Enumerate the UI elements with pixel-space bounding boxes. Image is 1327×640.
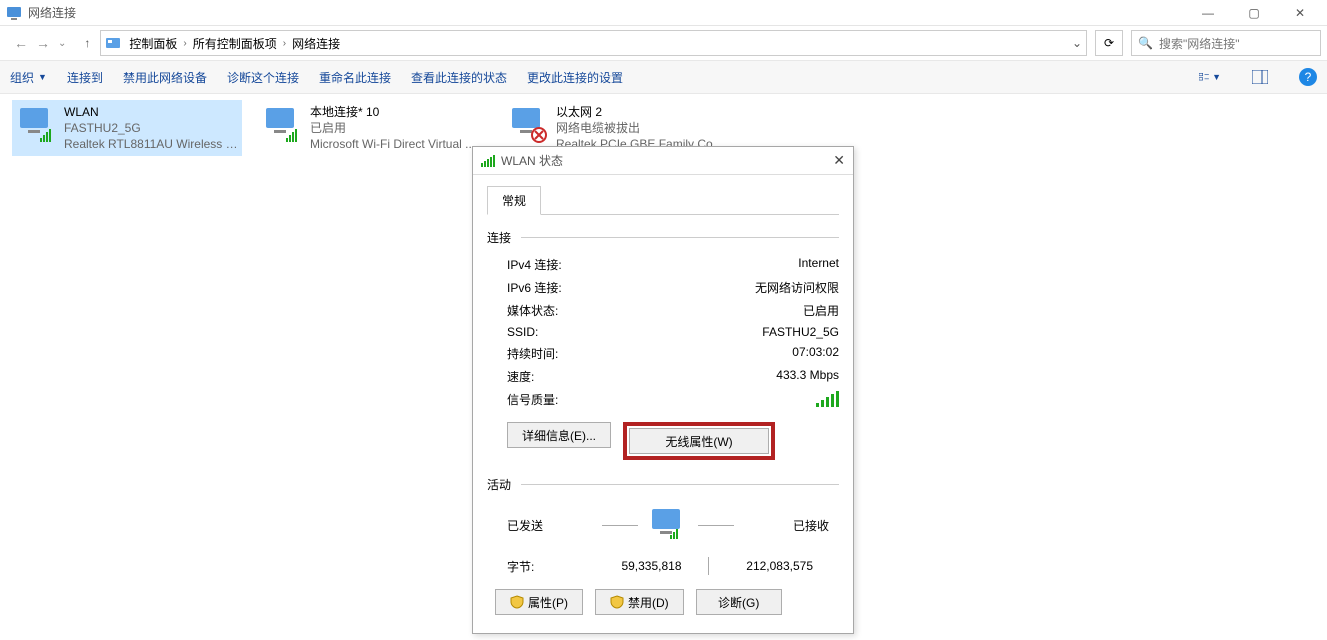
- refresh-button[interactable]: ⟳: [1095, 30, 1123, 56]
- diagnose-button[interactable]: 诊断(G): [696, 589, 782, 615]
- organize-menu[interactable]: 组织▼: [10, 69, 47, 86]
- window-title: 网络连接: [28, 4, 76, 21]
- back-button[interactable]: ←: [14, 35, 28, 51]
- divider: [708, 557, 709, 575]
- crumb-1[interactable]: 所有控制面板项: [191, 35, 279, 52]
- cmd-connect[interactable]: 连接到: [67, 69, 103, 86]
- bytes-label: 字节:: [507, 558, 587, 575]
- shield-icon: [510, 595, 524, 609]
- up-button[interactable]: ↑: [78, 36, 96, 50]
- search-placeholder: 搜索"网络连接": [1159, 35, 1240, 52]
- divider: [602, 525, 638, 526]
- connection-name: 本地连接* 10: [310, 104, 475, 120]
- command-bar: 组织▼ 连接到 禁用此网络设备 诊断这个连接 重命名此连接 查看此连接的状态 更…: [0, 60, 1327, 94]
- connection-status: 网络电缆被拔出: [556, 120, 730, 136]
- dialog-title: WLAN 状态: [501, 152, 563, 169]
- recent-dropdown[interactable]: ⌄: [58, 38, 66, 49]
- speed-value: 433.3 Mbps: [776, 368, 839, 385]
- connection-name: 以太网 2: [556, 104, 730, 120]
- signal-bars-icon: [816, 391, 839, 407]
- activity-monitor-icon: [648, 507, 688, 543]
- ipv6-label: IPv6 连接:: [507, 279, 562, 296]
- cmd-diagnose[interactable]: 诊断这个连接: [227, 69, 299, 86]
- tab-general[interactable]: 常规: [487, 186, 541, 215]
- chevron-right-icon: ›: [179, 38, 190, 49]
- dialog-titlebar[interactable]: WLAN 状态 ✕: [473, 147, 853, 175]
- connection-name: WLAN: [64, 104, 238, 120]
- wlan-status-dialog: WLAN 状态 ✕ 常规 连接 IPv4 连接: Internet IPv6 连接…: [472, 146, 854, 634]
- signal-label: 信号质量:: [507, 391, 558, 408]
- ipv6-value: 无网络访问权限: [755, 279, 839, 296]
- connection-status: 已启用: [310, 120, 475, 136]
- highlight-annotation: 无线属性(W): [623, 422, 775, 460]
- disable-button[interactable]: 禁用(D): [595, 589, 684, 615]
- connection-device: Realtek RTL8811AU Wireless L...: [64, 136, 238, 152]
- speed-label: 速度:: [507, 368, 534, 385]
- cmd-disable[interactable]: 禁用此网络设备: [123, 69, 207, 86]
- signal-value: [816, 391, 839, 408]
- help-button[interactable]: ?: [1299, 68, 1317, 86]
- bytes-received-value: 212,083,575: [719, 559, 830, 573]
- wifi-icon: [262, 104, 304, 146]
- breadcrumb-dropdown[interactable]: ⌄: [1072, 36, 1082, 50]
- ssid-value: FASTHU2_5G: [762, 325, 839, 339]
- dialog-close-button[interactable]: ✕: [833, 152, 845, 169]
- duration-label: 持续时间:: [507, 345, 558, 362]
- location-icon: [105, 35, 121, 51]
- media-label: 媒体状态:: [507, 302, 558, 319]
- minimize-button[interactable]: —: [1185, 0, 1231, 26]
- preview-pane-button[interactable]: [1249, 66, 1271, 88]
- view-options-button[interactable]: ▼: [1199, 66, 1221, 88]
- media-value: 已启用: [803, 302, 839, 319]
- section-connection-label: 连接: [487, 229, 511, 246]
- cmd-view-status[interactable]: 查看此连接的状态: [411, 69, 507, 86]
- connection-device: Microsoft Wi-Fi Direct Virtual ...: [310, 136, 475, 152]
- search-input[interactable]: 🔍 搜索"网络连接": [1131, 30, 1321, 56]
- connection-item-local[interactable]: 本地连接* 10 已启用 Microsoft Wi-Fi Direct Virt…: [258, 100, 488, 156]
- tab-strip: 常规: [487, 185, 839, 215]
- chevron-right-icon: ›: [279, 38, 290, 49]
- crumb-0[interactable]: 控制面板: [127, 35, 179, 52]
- ipv4-value: Internet: [798, 256, 839, 273]
- ssid-label: SSID:: [507, 325, 538, 339]
- address-bar: ← → ⌄ ↑ 控制面板 › 所有控制面板项 › 网络连接 ⌄ ⟳ 🔍 搜索"网…: [0, 26, 1327, 60]
- breadcrumb-bar[interactable]: 控制面板 › 所有控制面板项 › 网络连接 ⌄: [100, 30, 1087, 56]
- ethernet-unplugged-icon: [508, 104, 550, 146]
- divider: [698, 525, 734, 526]
- maximize-button[interactable]: ▢: [1231, 0, 1277, 26]
- shield-icon: [610, 595, 624, 609]
- search-icon: 🔍: [1138, 36, 1153, 50]
- properties-button[interactable]: 属性(P): [495, 589, 583, 615]
- ipv4-label: IPv4 连接:: [507, 256, 562, 273]
- forward-button[interactable]: →: [36, 35, 50, 51]
- connection-item-wlan[interactable]: WLAN FASTHU2_5G Realtek RTL8811AU Wirele…: [12, 100, 242, 156]
- app-icon: [6, 5, 22, 21]
- received-label: 已接收: [793, 517, 829, 534]
- crumb-2[interactable]: 网络连接: [290, 35, 342, 52]
- wifi-icon: [16, 104, 58, 146]
- details-button[interactable]: 详细信息(E)...: [507, 422, 611, 448]
- divider: [521, 484, 839, 485]
- window-titlebar: 网络连接 — ▢ ✕: [0, 0, 1327, 26]
- close-button[interactable]: ✕: [1277, 0, 1323, 26]
- section-activity-label: 活动: [487, 476, 511, 493]
- sent-label: 已发送: [507, 517, 543, 534]
- duration-value: 07:03:02: [792, 345, 839, 362]
- connection-status: FASTHU2_5G: [64, 120, 238, 136]
- divider: [521, 237, 839, 238]
- cmd-rename[interactable]: 重命名此连接: [319, 69, 391, 86]
- cmd-change-settings[interactable]: 更改此连接的设置: [527, 69, 623, 86]
- wireless-properties-button[interactable]: 无线属性(W): [629, 428, 769, 454]
- signal-icon: [481, 155, 495, 167]
- bytes-sent-value: 59,335,818: [587, 559, 698, 573]
